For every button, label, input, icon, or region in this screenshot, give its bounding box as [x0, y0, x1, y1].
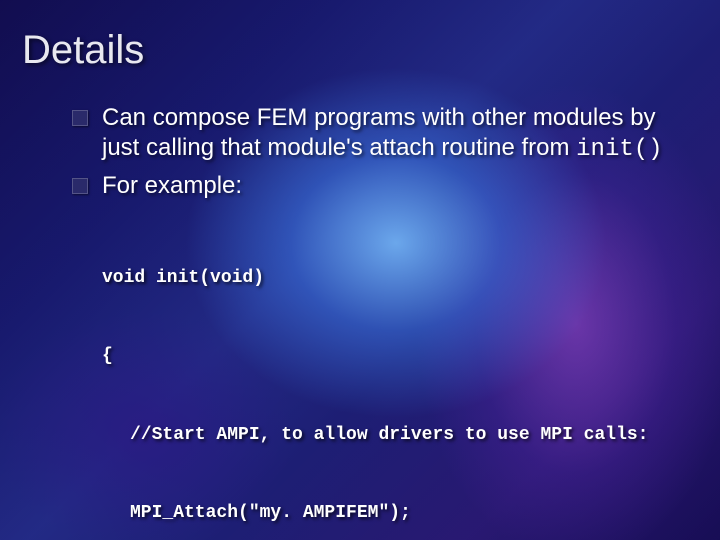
code-block: void init(void) { //Start AMPI, to allow… [72, 207, 680, 540]
code-line: { [102, 343, 680, 369]
slide: Details Can compose FEM programs with ot… [0, 0, 720, 540]
bullet-text-content: Can compose FEM programs with other modu… [102, 104, 656, 161]
bullet-item: Can compose FEM programs with other modu… [72, 103, 680, 165]
square-bullet-icon [72, 110, 88, 126]
bullet-text: Can compose FEM programs with other modu… [102, 103, 680, 165]
code-line: MPI_Attach("my. AMPIFEM"); [102, 500, 680, 526]
code-line: //Start AMPI, to allow drivers to use MP… [102, 422, 680, 448]
bullet-text: For example: [102, 171, 242, 201]
slide-body: Can compose FEM programs with other modu… [0, 73, 720, 540]
slide-title: Details [0, 0, 720, 73]
bullet-text-content: For example: [102, 172, 242, 199]
bullet-item: For example: [72, 171, 680, 201]
code-line: void init(void) [102, 265, 680, 291]
square-bullet-icon [72, 178, 88, 194]
inline-code: init() [576, 136, 662, 163]
